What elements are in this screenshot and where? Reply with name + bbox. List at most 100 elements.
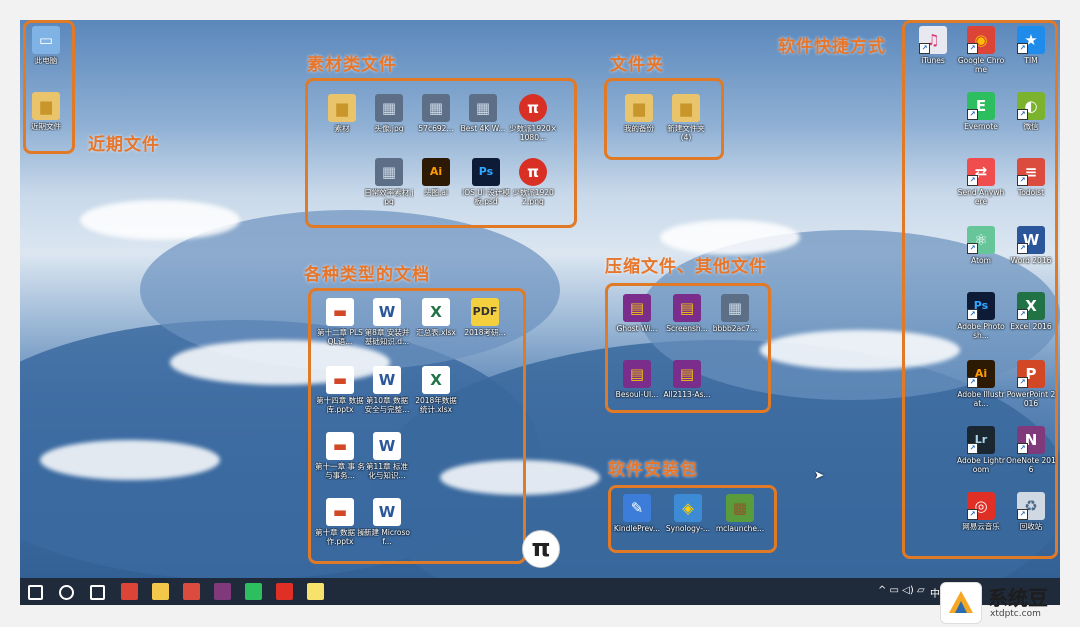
shortcut-arrow-icon: ↗ <box>1017 109 1028 120</box>
desktop-icon-label: Todoist <box>1017 188 1045 197</box>
desktop-icon-wechat[interactable]: ◐ ↗ 微信 <box>1006 92 1056 131</box>
desktop-icon-label: 网易云音乐 <box>962 522 1000 531</box>
taskbar-netease-music-icon[interactable] <box>276 583 293 600</box>
taskbar-onenote-icon[interactable] <box>214 583 231 600</box>
desktop-icon-image[interactable]: ▦ bbbb2ac7... <box>710 294 760 333</box>
desktop-icon-powerpoint[interactable]: ▬ 第十一章 事 务与事务... <box>315 432 365 480</box>
desktop-icon-synology[interactable]: ◈ Synology-... <box>663 494 713 533</box>
desktop-icon-netease-music[interactable]: ◎ ↗ 网易云音乐 <box>956 492 1006 531</box>
netease-music-icon: ◎ ↗ <box>967 492 995 520</box>
desktop-icon-folder[interactable]: ▆ 近期文件 <box>21 92 71 131</box>
desktop-icon-label: 2018年数据 统计.xlsx <box>415 396 457 414</box>
desktop-icon-folder[interactable]: ▆ 新建文件夹 (4) <box>661 94 711 142</box>
desktop-icon-pi[interactable]: π 少数派1920×1080... <box>508 94 558 142</box>
desktop-icon-photoshop[interactable]: Ps iOS UI 设计模板.psd <box>461 158 511 206</box>
desktop-icon-illustrator[interactable]: Ai ↗ Adobe Illustrat... <box>956 360 1006 408</box>
desktop-icon-winrar[interactable]: ▤ Ghost Wi... <box>612 294 662 333</box>
desktop-icon-label: 第十二章 PLSQL语... <box>317 328 363 346</box>
group-label-shortcuts: 软件快捷方式 <box>778 37 886 57</box>
desktop-icon-label: 新建 Microsof... <box>363 528 411 546</box>
desktop-icon-itunes[interactable]: ♫ ↗ iTunes <box>908 26 958 65</box>
taskbar-todoist-icon[interactable] <box>183 583 200 600</box>
desktop-icon-computer[interactable]: ▭ 此电脑 <box>21 26 71 65</box>
onenote-icon: N ↗ <box>1017 426 1045 454</box>
taskbar-sticky-notes-icon[interactable] <box>307 583 324 600</box>
desktop-icon-label: 近期文件 <box>31 122 61 131</box>
desktop-icon-label: TIM <box>1024 56 1038 65</box>
desktop-icon-word[interactable]: W 第8章 安装并 基础知识.d... <box>362 298 412 346</box>
powerpoint-icon: ▬ <box>326 366 354 394</box>
ime-indicator[interactable]: 中 <box>930 585 940 600</box>
group-label-folders: 文件夹 <box>610 55 664 75</box>
desktop-icon-powerpoint[interactable]: P ↗ PowerPoint 2016 <box>1006 360 1056 408</box>
watermark: 系统豆 xtdptc.com <box>940 578 1080 626</box>
shortcut-arrow-icon: ↗ <box>967 43 978 54</box>
desktop-icon-chrome[interactable]: ◉ ↗ Google Chrome <box>956 26 1006 74</box>
desktop-icon-label: 我的备份 <box>624 124 654 133</box>
desktop-icon-illustrator[interactable]: Ai 头图.ai <box>411 158 461 197</box>
desktop-icon-excel[interactable]: X 汇总表.xlsx <box>411 298 461 337</box>
wechat-icon: ◐ ↗ <box>1017 92 1045 120</box>
desktop-icon-photoshop[interactable]: Ps ↗ Adobe Photosh... <box>956 292 1006 340</box>
desktop-icon-onenote[interactable]: N ↗ OneNote 2016 <box>1006 426 1056 474</box>
desktop-icon-label: iTunes <box>921 56 945 65</box>
desktop-icon-recycle-bin[interactable]: ♻ ↗ 回收站 <box>1006 492 1056 531</box>
desktop-icon-image[interactable]: ▦ 日常效率素材.jpg <box>364 158 414 206</box>
desktop-icon-todoist[interactable]: ≡ ↗ Todoist <box>1006 158 1056 197</box>
desktop-icon-word[interactable]: W 第11章 标准 化与知识... <box>362 432 412 480</box>
desktop-icon-send-anywhere[interactable]: ⇄ ↗ Send Anywhere <box>956 158 1006 206</box>
desktop-icon-word[interactable]: W ↗ Word 2016 <box>1006 226 1056 265</box>
pi-icon: π <box>519 94 547 122</box>
desktop-icon-powerpoint[interactable]: ▬ 第十章 数据 操作.pptx <box>315 498 365 546</box>
lightroom-icon: Lr ↗ <box>967 426 995 454</box>
illustrator-icon: Ai ↗ <box>967 360 995 388</box>
illustrator-icon: Ai <box>422 158 450 186</box>
taskbar-chrome-icon[interactable] <box>121 583 138 600</box>
desktop-icon-label: Evernote <box>964 122 998 131</box>
desktop-icon-lightroom[interactable]: Lr ↗ Adobe Lightroom <box>956 426 1006 474</box>
desktop-icon-pdf[interactable]: PDF 2018考研... <box>460 298 510 337</box>
desktop-icon-powerpoint[interactable]: ▬ 第十四章 数据库.pptx <box>315 366 365 414</box>
taskbar-start-icon[interactable] <box>28 585 43 600</box>
taskbar-task-view-icon[interactable] <box>90 585 105 600</box>
desktop-icon-image[interactable]: ▦ Best 4K W... <box>458 94 508 133</box>
watermark-name: 系统豆 <box>988 586 1048 610</box>
desktop-icon-excel[interactable]: X ↗ Excel 2016 <box>1006 292 1056 331</box>
taskbar-cortana-icon[interactable] <box>59 585 74 600</box>
computer-icon: ▭ <box>32 26 60 54</box>
desktop-icon-word[interactable]: W 新建 Microsof... <box>362 498 412 546</box>
desktop-icon-label: 第10章 数据 安全与完整... <box>364 396 410 414</box>
shortcut-arrow-icon: ↗ <box>967 443 978 454</box>
shortcut-arrow-icon: ↗ <box>1017 509 1028 520</box>
shortcut-arrow-icon: ↗ <box>1017 175 1028 186</box>
desktop-icon-image[interactable]: ▦ 57c692... <box>411 94 461 133</box>
desktop-icon-image[interactable]: ▦ 头像.jpg <box>364 94 414 133</box>
desktop-icon-pi[interactable]: π 少数派1920 2.png <box>508 158 558 206</box>
desktop-icon-tim[interactable]: ★ ↗ TIM <box>1006 26 1056 65</box>
tim-icon: ★ ↗ <box>1017 26 1045 54</box>
tray-icons[interactable]: ^ ▭ ◁) ▱ <box>878 585 925 596</box>
desktop-icon-word[interactable]: W 第10章 数据 安全与完整... <box>362 366 412 414</box>
desktop-icon-kindle[interactable]: ✎ KindlePrev... <box>612 494 662 533</box>
folder-icon: ▆ <box>672 94 700 122</box>
desktop-icon-folder[interactable]: ▆ 素材 <box>317 94 367 133</box>
taskbar-file-explorer-icon[interactable] <box>152 583 169 600</box>
desktop-icon-powerpoint[interactable]: ▬ 第十二章 PLSQL语... <box>315 298 365 346</box>
desktop-icon-atom[interactable]: ⚛ ↗ Atom <box>956 226 1006 265</box>
desktop-icon-excel[interactable]: X 2018年数据 统计.xlsx <box>411 366 461 414</box>
desktop-icon-label: Send Anywhere <box>957 188 1005 206</box>
desktop-icon-label: 2018考研... <box>464 328 506 337</box>
desktop-icon-evernote[interactable]: E ↗ Evernote <box>956 92 1006 131</box>
itunes-icon: ♫ ↗ <box>919 26 947 54</box>
desktop-icon-winrar[interactable]: ▤ All2113-As... <box>662 360 712 399</box>
word-icon: W <box>373 298 401 326</box>
desktop-icon-label: Adobe Photosh... <box>957 322 1005 340</box>
taskbar-evernote-icon[interactable] <box>245 583 262 600</box>
atom-icon: ⚛ ↗ <box>967 226 995 254</box>
desktop-icon-label: bbbb2ac7... <box>712 324 758 333</box>
desktop-icon-winrar[interactable]: ▤ Besoul-UI... <box>612 360 662 399</box>
desktop-icon-folder[interactable]: ▆ 我的备份 <box>614 94 664 133</box>
shortcut-arrow-icon: ↗ <box>967 509 978 520</box>
desktop-icon-minecraft[interactable]: ▩ mclaunche... <box>715 494 765 533</box>
desktop-icon-winrar[interactable]: ▤ Screensh... <box>662 294 712 333</box>
